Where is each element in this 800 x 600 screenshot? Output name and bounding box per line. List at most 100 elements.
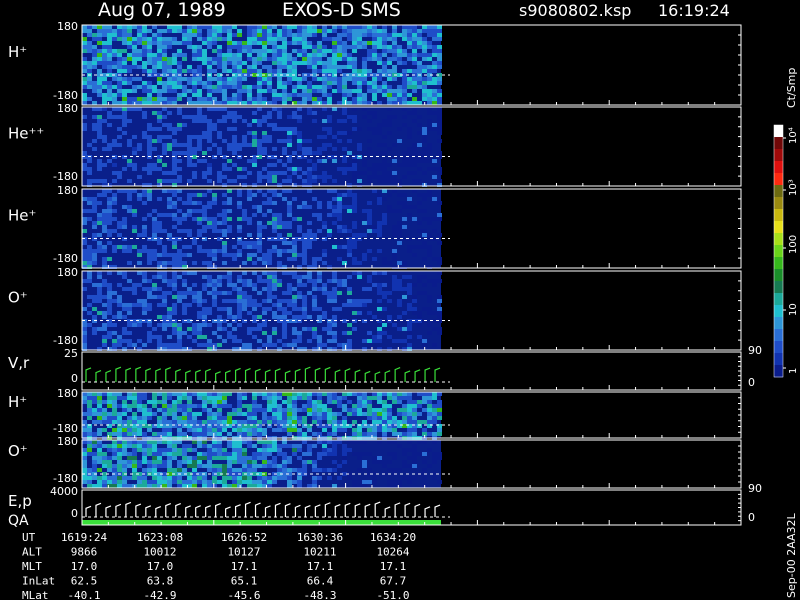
heatmap-cell: [232, 339, 237, 343]
heatmap-cell: [172, 257, 177, 261]
heatmap-cell: [137, 440, 142, 444]
heatmap-cell: [437, 111, 442, 115]
heatmap-cell: [167, 85, 172, 89]
heatmap-cell: [292, 420, 297, 424]
heatmap-cell: [87, 253, 92, 257]
heatmap-cell: [167, 440, 172, 444]
heatmap-cell: [232, 456, 237, 460]
heatmap-cell: [312, 33, 317, 37]
heatmap-cell: [297, 61, 302, 65]
heatmap-cell: [372, 396, 377, 400]
heatmap-cell: [192, 151, 197, 155]
heatmap-cell: [292, 331, 297, 335]
heatmap-cell: [312, 119, 317, 123]
heatmap-cell: [397, 420, 402, 424]
heatmap-cell: [372, 175, 377, 179]
heatmap-cell: [402, 37, 407, 41]
heatmap-cell: [427, 111, 432, 115]
heatmap-cell: [117, 65, 122, 69]
heatmap-cell: [102, 119, 107, 123]
heatmap-cell: [437, 107, 442, 111]
heatmap-cell: [302, 77, 307, 81]
heatmap-cell: [227, 127, 232, 131]
heatmap-cell: [322, 77, 327, 81]
heatmap-cell: [242, 69, 247, 73]
heatmap-cell: [312, 57, 317, 61]
heatmap-cell: [112, 323, 117, 327]
heatmap-cell: [82, 115, 87, 119]
heatmap-cell: [152, 396, 157, 400]
heatmap-cell: [122, 25, 127, 29]
heatmap-cell: [237, 476, 242, 480]
heatmap-cell: [82, 480, 87, 484]
heatmap-cell: [427, 253, 432, 257]
heatmap-cell: [397, 61, 402, 65]
heatmap-cell: [377, 233, 382, 237]
heatmap-cell: [112, 448, 117, 452]
heatmap-cell: [92, 327, 97, 331]
heatmap-cell: [192, 217, 197, 221]
heatmap-cell: [262, 448, 267, 452]
heatmap-cell: [272, 315, 277, 319]
heatmap-cell: [307, 205, 312, 209]
heatmap-cell: [117, 343, 122, 347]
heatmap-cell: [147, 193, 152, 197]
colorbar-segment: [774, 341, 783, 354]
heatmap-cell: [382, 404, 387, 408]
heatmap-cell: [212, 279, 217, 283]
heatmap-cell: [407, 404, 412, 408]
heatmap-cell: [302, 93, 307, 97]
heatmap-cell: [397, 101, 402, 105]
heatmap-cell: [162, 400, 167, 404]
heatmap-cell: [367, 151, 372, 155]
heatmap-cell: [352, 299, 357, 303]
heatmap-cell: [387, 119, 392, 123]
heatmap-cell: [302, 241, 307, 245]
heatmap-cell: [97, 448, 102, 452]
heatmap-cell: [92, 45, 97, 49]
heatmap-cell: [92, 33, 97, 37]
heatmap-cell: [297, 468, 302, 472]
heatmap-cell: [247, 416, 252, 420]
heatmap-cell: [217, 135, 222, 139]
heatmap-cell: [192, 57, 197, 61]
heatmap-cell: [247, 253, 252, 257]
heatmap-cell: [117, 271, 122, 275]
heatmap-cell: [222, 193, 227, 197]
heatmap-cell: [362, 61, 367, 65]
heatmap-cell: [362, 287, 367, 291]
heatmap-cell: [172, 213, 177, 217]
heatmap-cell: [317, 420, 322, 424]
heatmap-cell: [307, 167, 312, 171]
header-file: s9080802.ksp: [519, 1, 631, 20]
heatmap-cell: [397, 233, 402, 237]
heatmap-cell: [367, 127, 372, 131]
heatmap-cell: [267, 392, 272, 396]
heatmap-cell: [407, 127, 412, 131]
heatmap-cell: [82, 221, 87, 225]
heatmap-cell: [112, 179, 117, 183]
heatmap-cell: [122, 448, 127, 452]
heatmap-cell: [332, 69, 337, 73]
heatmap-cell: [282, 65, 287, 69]
heatmap-cell: [197, 135, 202, 139]
heatmap-cell: [377, 33, 382, 37]
heatmap-cell: [342, 65, 347, 69]
heatmap-cell: [382, 119, 387, 123]
time-row-value: 10012: [143, 546, 176, 559]
heatmap-cell: [252, 139, 257, 143]
heatmap-cell: [137, 283, 142, 287]
heatmap-cell: [267, 41, 272, 45]
heatmap-cell: [127, 189, 132, 193]
heatmap-cell: [292, 392, 297, 396]
heatmap-cell: [372, 229, 377, 233]
heatmap-cell: [422, 257, 427, 261]
heatmap-cell: [312, 111, 317, 115]
heatmap-cell: [172, 193, 177, 197]
heatmap-cell: [162, 279, 167, 283]
heatmap-cell: [157, 89, 162, 93]
heatmap-cell: [187, 201, 192, 205]
heatmap-cell: [102, 25, 107, 29]
heatmap-cell: [377, 327, 382, 331]
heatmap-cell: [142, 61, 147, 65]
